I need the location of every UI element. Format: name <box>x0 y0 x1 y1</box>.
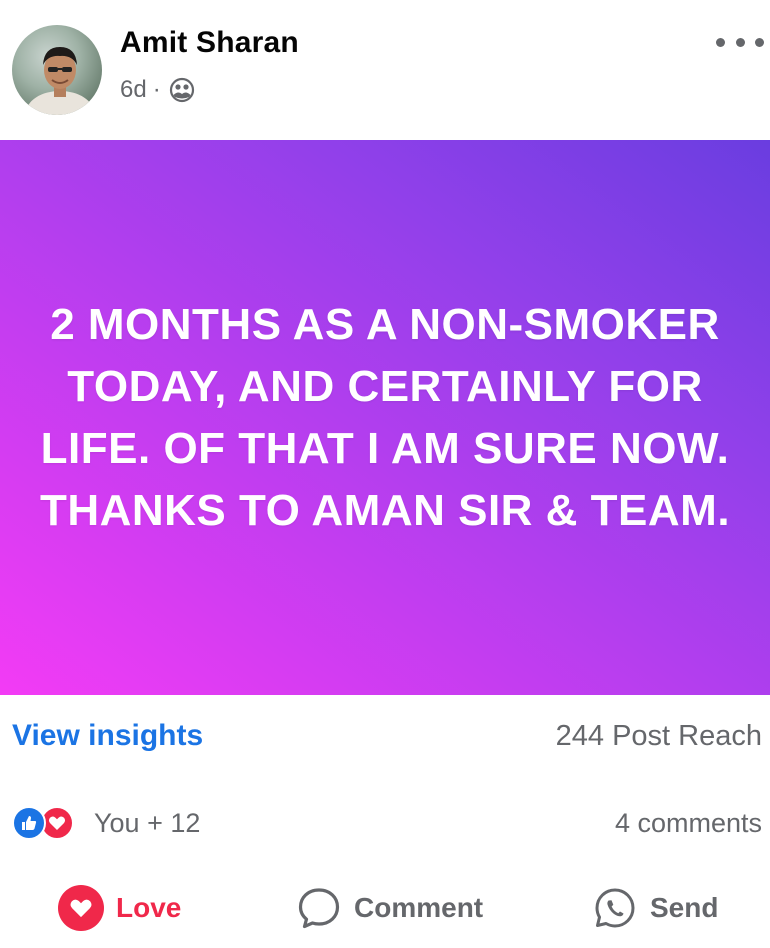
love-button[interactable]: Love <box>58 885 181 931</box>
avatar-photo <box>26 47 94 115</box>
like-icon <box>12 806 46 840</box>
send-label: Send <box>650 892 719 923</box>
love-label: Love <box>116 892 182 923</box>
send-button[interactable]: Send <box>592 885 718 931</box>
meta-separator: · <box>152 76 161 103</box>
post-meta: 6d · <box>120 76 195 104</box>
reactions-row: You + 12 4 comments <box>0 800 770 846</box>
reactions-summary[interactable]: You + 12 <box>12 805 200 841</box>
post-header: Amit Sharan 6d · <box>0 0 770 140</box>
friends-icon[interactable] <box>169 77 195 103</box>
post-reach: 244 Post Reach <box>555 719 762 752</box>
more-dot <box>716 37 725 47</box>
avatar[interactable] <box>12 25 102 115</box>
more-dot <box>735 37 745 47</box>
more-horizontal-icon[interactable] <box>716 26 764 58</box>
comment-label: Comment <box>354 892 484 923</box>
reaction-icons <box>12 805 84 841</box>
post-background-card[interactable]: 2 MONTHS AS A NON-SMOKER TODAY, AND CERT… <box>0 140 770 695</box>
author-name[interactable]: Amit Sharan <box>120 26 299 60</box>
reaction-count: You + 12 <box>94 807 201 838</box>
whatsapp-icon <box>595 888 635 928</box>
comment-bubble-icon <box>298 888 340 929</box>
timestamp[interactable]: 6d <box>120 76 147 104</box>
view-insights-link[interactable]: View insights <box>12 719 203 753</box>
insights-row: View insights 244 Post Reach <box>0 695 770 777</box>
comment-button[interactable]: Comment <box>296 885 483 931</box>
heart-icon <box>58 885 104 931</box>
post-actions: Love Comment Send <box>0 874 770 942</box>
comments-count[interactable]: 4 comments <box>615 808 762 839</box>
post-text: 2 MONTHS AS A NON-SMOKER TODAY, AND CERT… <box>39 299 731 535</box>
more-dot <box>755 37 764 47</box>
